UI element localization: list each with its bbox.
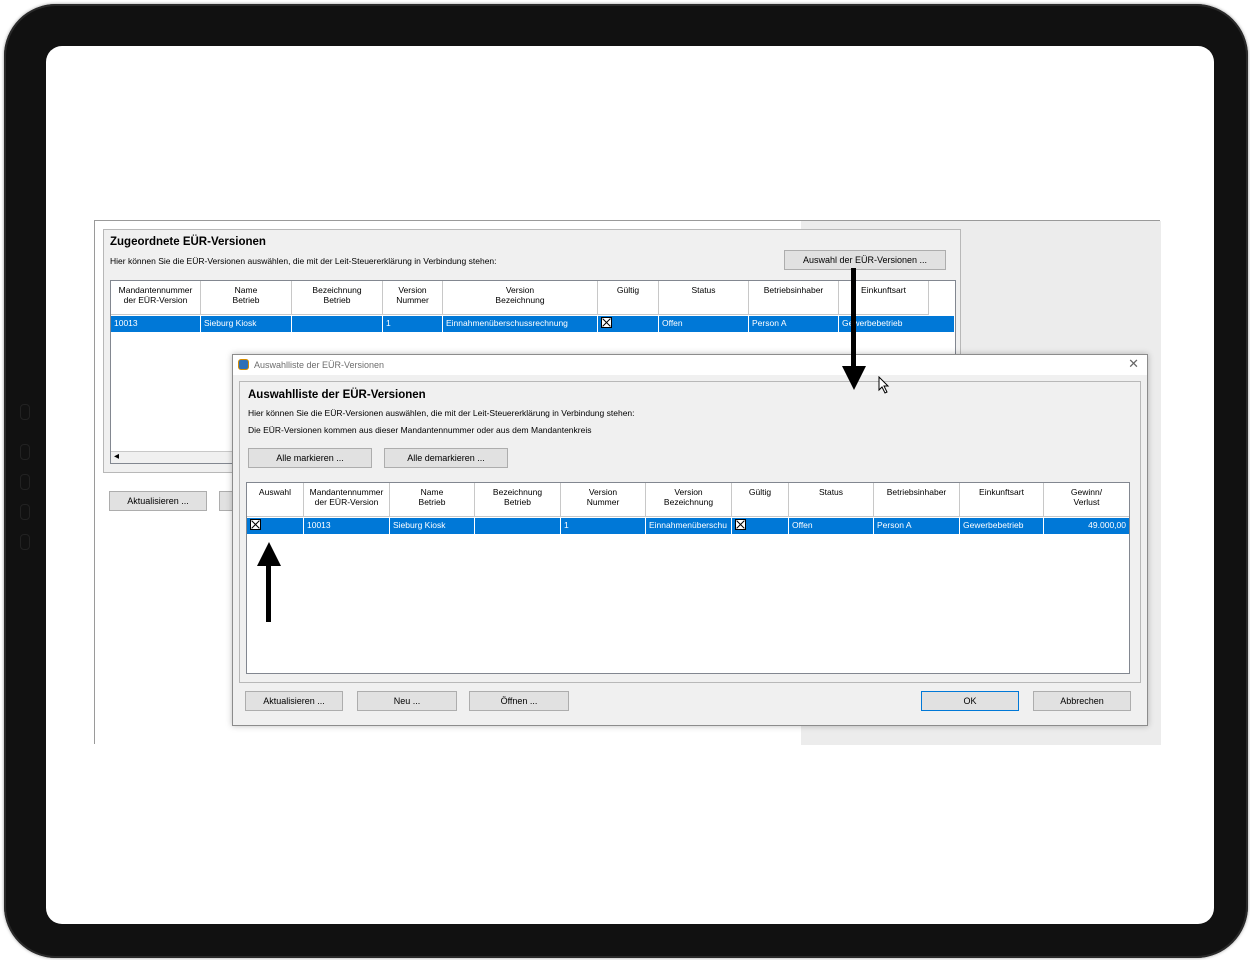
cell-version-nummer: 1 (383, 316, 443, 332)
dialog-title: Auswahlliste der EÜR-Versionen (254, 360, 385, 370)
cancel-button[interactable]: Abbrechen (1033, 691, 1131, 711)
column-header[interactable]: Mandantennummer der EÜR-Version (304, 483, 390, 516)
new-button[interactable]: Neu ... (357, 691, 457, 711)
app-icon (238, 359, 249, 370)
column-header[interactable]: Status (789, 483, 874, 516)
refresh-button[interactable]: Aktualisieren ... (109, 491, 207, 511)
close-icon[interactable]: ✕ (1128, 357, 1139, 371)
cell-name: Sieburg Kiosk (201, 316, 292, 332)
arrow-up-icon (257, 542, 281, 566)
dialog-heading: Auswahlliste der EÜR-Versionen (248, 389, 426, 401)
cell-inhaber: Person A (749, 316, 839, 332)
side-button (20, 534, 30, 550)
refresh-button[interactable]: Aktualisieren ... (245, 691, 343, 711)
table-header: Auswahl Mandantennummer der EÜR-Version … (247, 483, 1129, 517)
cell-mandant: 10013 (304, 518, 390, 534)
cell-bezeichnung (292, 316, 383, 332)
dialog-description: Hier können Sie die EÜR-Versionen auswäh… (248, 408, 635, 418)
column-header[interactable]: Status (659, 281, 749, 314)
cell-einkunftsart: Gewerbebetrieb (960, 518, 1044, 534)
tablet-frame: Zugeordnete EÜR-Versionen Hier können Si… (4, 4, 1248, 958)
annotation-arrow-down (851, 268, 856, 370)
selection-dialog: Auswahlliste der EÜR-Versionen ✕ Auswahl… (232, 354, 1148, 726)
group-description: Hier können Sie die EÜR-Versionen auswäh… (110, 256, 497, 266)
column-header[interactable]: Bezeichnung Betrieb (292, 281, 383, 314)
cell-gueltig (732, 518, 789, 534)
side-button (20, 404, 30, 420)
cell-mandant: 10013 (111, 316, 201, 332)
cell-bezeichnung (475, 518, 561, 534)
column-header[interactable]: Einkunftsart (960, 483, 1044, 516)
column-header[interactable]: Mandantennummer der EÜR-Version (111, 281, 201, 314)
column-header[interactable]: Name Betrieb (201, 281, 292, 314)
tablet-screen: Zugeordnete EÜR-Versionen Hier können Si… (46, 46, 1214, 924)
cell-name: Sieburg Kiosk (390, 518, 475, 534)
ok-button[interactable]: OK (921, 691, 1019, 711)
checked-checkbox-icon[interactable] (601, 317, 612, 328)
cell-gueltig (598, 316, 659, 332)
column-header[interactable]: Auswahl (247, 483, 304, 516)
cell-status: Offen (659, 316, 749, 332)
column-header[interactable]: Gültig (732, 483, 789, 516)
scroll-left-icon[interactable]: ◂ (114, 451, 119, 462)
column-header[interactable]: Version Nummer (561, 483, 646, 516)
checked-checkbox-icon[interactable] (735, 519, 746, 530)
column-header[interactable]: Betriebsinhaber (874, 483, 960, 516)
unmark-all-button[interactable]: Alle demarkieren ... (384, 448, 508, 468)
column-header[interactable]: Version Bezeichnung (443, 281, 598, 314)
selection-table: Auswahl Mandantennummer der EÜR-Version … (246, 482, 1130, 674)
cell-auswahl (247, 518, 304, 534)
side-button (20, 474, 30, 490)
mark-all-button[interactable]: Alle markieren ... (248, 448, 372, 468)
cell-gewinn: 49.000,00 (1088, 520, 1126, 530)
table-row[interactable]: 10013 Sieburg Kiosk 1 Einnahmenüberschus… (111, 316, 955, 332)
column-header[interactable]: Gültig (598, 281, 659, 314)
select-versions-button[interactable]: Auswahl der EÜR-Versionen ... (784, 250, 946, 270)
column-header[interactable]: Version Bezeichnung (646, 483, 732, 516)
annotation-arrow-up (266, 564, 271, 622)
cell-inhaber: Person A (874, 518, 960, 534)
arrow-down-icon (842, 366, 866, 390)
column-header[interactable]: Betriebsinhaber (749, 281, 839, 314)
side-button (20, 444, 30, 460)
selected-checkbox-icon[interactable] (250, 519, 261, 530)
cell-einkunftsart: Gewerbebetrieb (839, 316, 955, 332)
column-header[interactable]: Name Betrieb (390, 483, 475, 516)
dialog-titlebar[interactable]: Auswahlliste der EÜR-Versionen ✕ (233, 355, 1147, 375)
mouse-cursor-icon (878, 376, 890, 394)
column-header[interactable]: Bezeichnung Betrieb (475, 483, 561, 516)
group-title: Zugeordnete EÜR-Versionen (110, 236, 266, 248)
column-header[interactable]: Version Nummer (383, 281, 443, 314)
cell-status: Offen (789, 518, 874, 534)
cell-version-bezeichnung: Einnahmenüberschussrechnung (443, 316, 598, 332)
selection-group: Auswahlliste der EÜR-Versionen Hier könn… (239, 381, 1141, 683)
side-button (20, 504, 30, 520)
dialog-source-note: Die EÜR-Versionen kommen aus dieser Mand… (248, 425, 592, 435)
open-button[interactable]: Öffnen ... (469, 691, 569, 711)
column-header[interactable]: Gewinn/ Verlust (1044, 483, 1129, 516)
table-row[interactable]: 10013 Sieburg Kiosk 1 Einnahmenüberschu … (247, 518, 1129, 534)
cell-version-bezeichnung: Einnahmenüberschu (646, 518, 732, 534)
cell-version-nummer: 1 (561, 518, 646, 534)
table-header: Mandantennummer der EÜR-Version Name Bet… (111, 281, 929, 315)
